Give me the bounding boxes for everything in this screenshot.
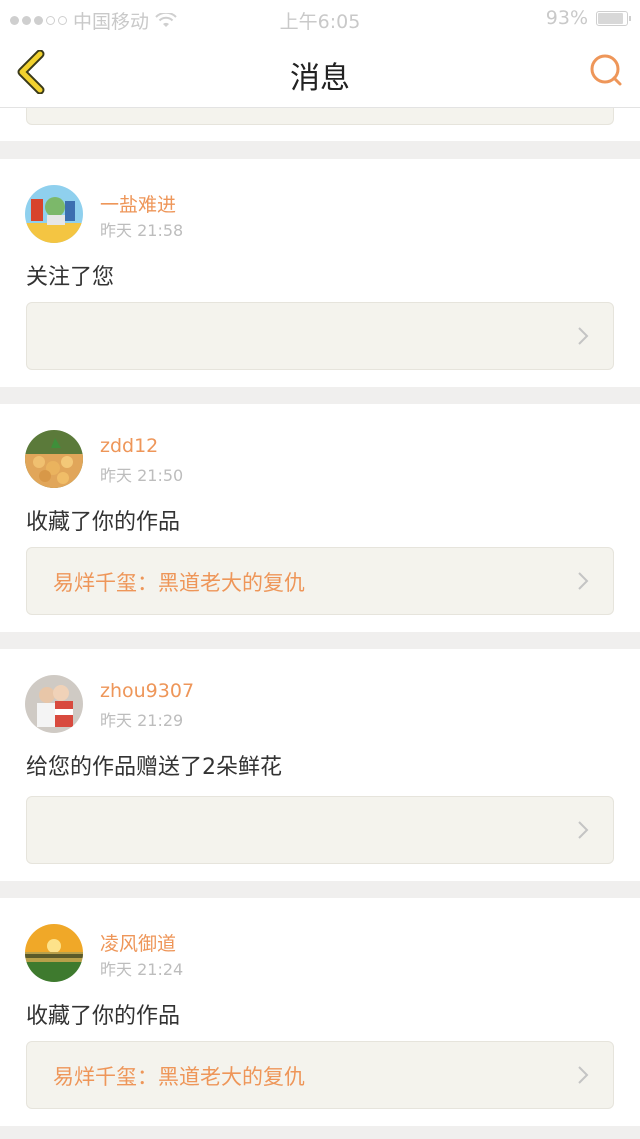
- reference-box[interactable]: 易烊千玺：黑道老大的复仇: [26, 547, 614, 615]
- chevron-right-icon: [578, 1066, 589, 1084]
- status-bar: 中国移动 上午6:05 93%: [0, 0, 640, 36]
- message-time: 昨天 21:50: [100, 466, 184, 485]
- reference-box[interactable]: 易烊千玺：黑道老大的复仇: [26, 1041, 614, 1109]
- message-action-text: 收藏了你的作品: [26, 510, 181, 535]
- search-icon: [590, 54, 622, 86]
- message-time: 昨天 21:58: [100, 221, 184, 240]
- username-link[interactable]: zdd12: [100, 435, 158, 457]
- avatar[interactable]: [25, 924, 83, 982]
- avatar[interactable]: [25, 185, 83, 243]
- message-card: 一盐难进 昨天 21:58 关注了您: [0, 159, 640, 387]
- chevron-right-icon: [578, 327, 589, 345]
- message-card: zdd12 昨天 21:50 收藏了你的作品 易烊千玺：黑道老大的复仇: [0, 404, 640, 632]
- battery-status: 93%: [545, 7, 631, 29]
- page-title: 消息: [290, 61, 350, 96]
- search-button[interactable]: [586, 50, 626, 92]
- nav-bar: 消息: [0, 36, 640, 108]
- message-card: zhou9307 昨天 21:29 给您的作品赠送了2朵鲜花: [0, 649, 640, 881]
- message-card: 凌风御道 昨天 21:24 收藏了你的作品 易烊千玺：黑道老大的复仇: [0, 898, 640, 1126]
- status-time: 上午6:05: [279, 11, 361, 33]
- reference-box[interactable]: [26, 796, 614, 864]
- message-action-text: 关注了您: [26, 265, 115, 290]
- avatar[interactable]: [25, 675, 83, 733]
- username-link[interactable]: 凌风御道: [100, 929, 176, 956]
- message-time: 昨天 21:29: [100, 711, 184, 730]
- message-time: 昨天 21:24: [100, 960, 184, 979]
- avatar[interactable]: [25, 430, 83, 488]
- message-action-text: 收藏了你的作品: [26, 1004, 181, 1029]
- chevron-right-icon: [578, 821, 589, 839]
- reference-box-partial[interactable]: [26, 108, 614, 125]
- message-action-text: 给您的作品赠送了2朵鲜花: [26, 755, 282, 780]
- username-link[interactable]: 一盐难进: [100, 190, 176, 217]
- reference-box[interactable]: [26, 302, 614, 370]
- message-card-partial: [0, 108, 640, 141]
- reference-title: 易烊千玺：黑道老大的复仇: [53, 571, 305, 595]
- chevron-right-icon: [578, 572, 589, 590]
- username-link[interactable]: zhou9307: [100, 680, 194, 702]
- battery-percent: 93%: [545, 7, 588, 29]
- reference-title: 易烊千玺：黑道老大的复仇: [53, 1065, 305, 1089]
- battery-icon: [596, 10, 631, 26]
